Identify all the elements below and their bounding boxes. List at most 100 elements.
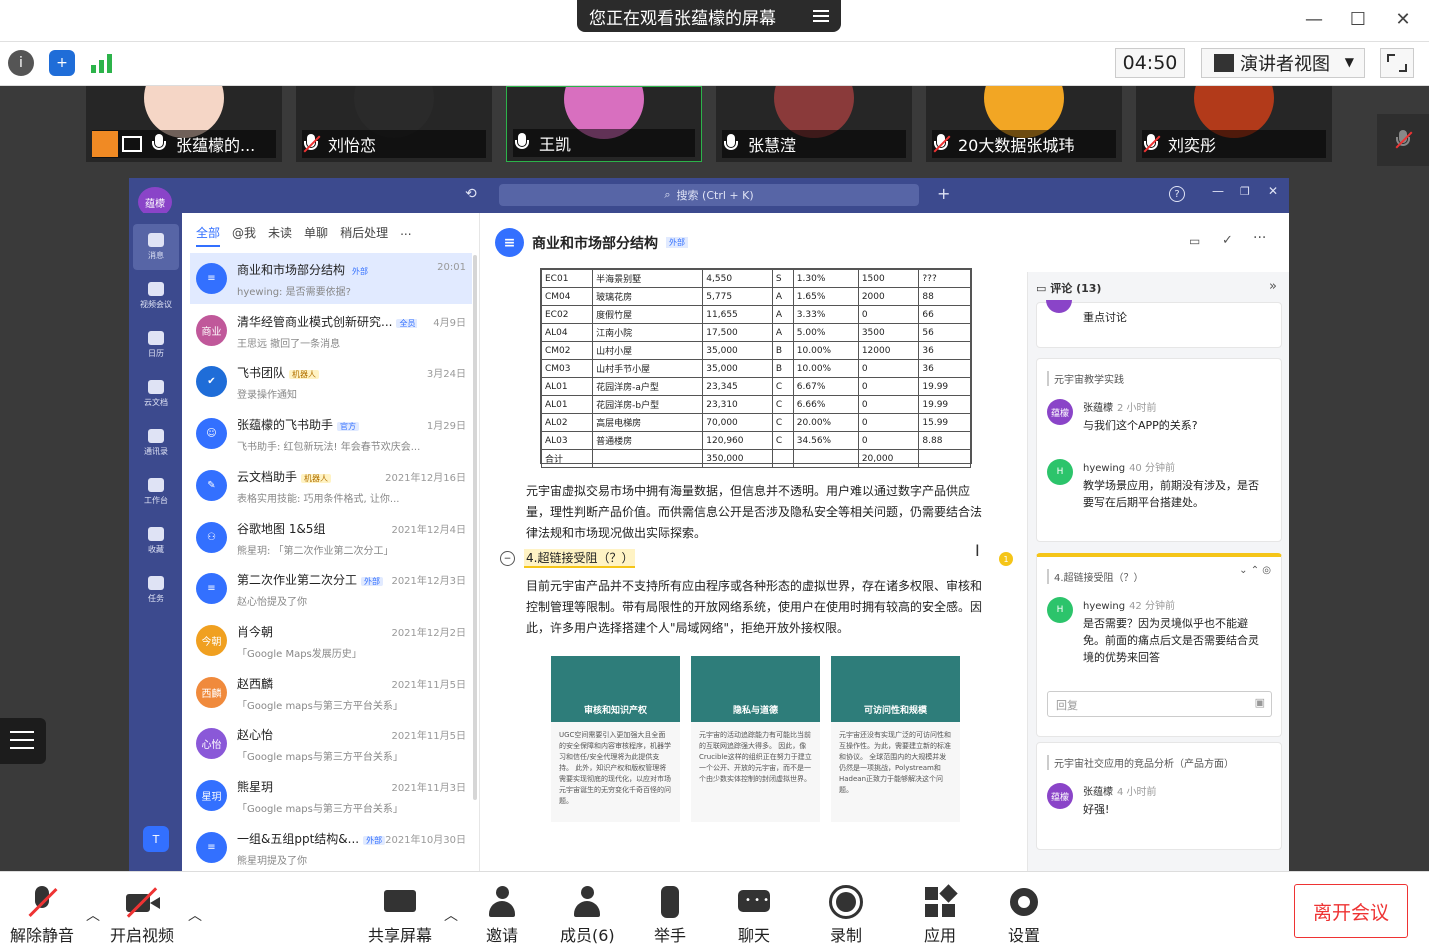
nav-item[interactable]: 工作台 xyxy=(133,469,179,515)
nav-item[interactable]: 云文档 xyxy=(133,371,179,417)
table-cell: 4,550 xyxy=(702,269,773,288)
invite-button[interactable]: 邀请 xyxy=(484,884,520,946)
table-row: CM03 山村手节小屋 35,000 B 10.00% 0 36 xyxy=(540,359,971,378)
comment-card-top[interactable]: 重点讨论 xyxy=(1036,300,1282,348)
fullscreen-button[interactable] xyxy=(1380,48,1414,78)
mic-off-icon xyxy=(302,134,320,154)
chat-item[interactable]: 心怡 赵心怡 「Google maps与第三方平台关系」 2021年11月5日 xyxy=(190,718,472,769)
mic-off-button[interactable]: 解除静音 xyxy=(10,884,74,946)
chat-avatar: ✎ xyxy=(196,469,227,501)
chat-date: 1月29日 xyxy=(426,421,466,433)
notification-app-icon[interactable]: T xyxy=(143,826,169,852)
table-cell: EC01 xyxy=(540,269,594,288)
collapse-icon[interactable]: − xyxy=(500,551,515,566)
chat-preview: 赵心怡提及了你 xyxy=(237,597,307,609)
nav-item[interactable]: 消息 xyxy=(133,224,179,270)
participant-tile[interactable]: 王凯 xyxy=(506,86,702,162)
screen-share-banner[interactable]: 您正在观看张蕴檬的屏幕 xyxy=(577,0,841,32)
nav-item[interactable]: 通讯录 xyxy=(133,420,179,466)
nav-item[interactable]: 视频会议 xyxy=(133,273,179,319)
image-icon[interactable]: ▣ xyxy=(1255,696,1265,709)
nav-icon xyxy=(148,233,164,247)
leave-meeting-button[interactable]: 离开会议 xyxy=(1294,884,1408,938)
app-close-icon[interactable]: ✕ xyxy=(1268,184,1278,198)
participant-tile[interactable]: 张慧滢 xyxy=(716,86,912,162)
chat-item[interactable]: ≡ 一组&五组ppt结构&... 外部 熊星玥提及了你 2021年10月30日 xyxy=(190,822,472,873)
close-icon[interactable]: ✕ xyxy=(1388,6,1418,32)
chat-tag: 官方 xyxy=(337,422,360,432)
record-button[interactable]: 录制 xyxy=(828,884,864,946)
apps-button[interactable]: 应用 xyxy=(922,884,958,946)
members-button[interactable]: 成员(6) xyxy=(560,884,615,946)
video-options-chevron-icon[interactable]: ︿ xyxy=(188,905,202,925)
chat-button[interactable]: • • • 聊天 xyxy=(736,884,772,946)
chat-tab[interactable]: 全部 xyxy=(196,224,221,247)
chat-item[interactable]: 商业 清华经管商业模式创新研究... 全员 王思远 撤回了一条消息 4月9日 xyxy=(190,305,472,356)
chat-item[interactable]: 今朝 肖今朝 「Google Maps发展历史」 2021年12月2日 xyxy=(190,615,472,666)
participant-tile[interactable]: 20大数据张城玮 xyxy=(926,86,1122,162)
banner-menu-icon[interactable] xyxy=(813,7,829,23)
audio-options-chevron-icon[interactable]: ︿ xyxy=(86,905,100,925)
participant-name: 刘怡恋 xyxy=(328,136,377,155)
thread-nav-icons[interactable]: ⌄ ⌃ ◎ xyxy=(1239,565,1271,576)
chat-tab[interactable]: @我 xyxy=(232,224,256,247)
chat-tab[interactable]: 稍后处理 xyxy=(340,224,388,247)
chat-tab[interactable]: 单聊 xyxy=(304,224,328,247)
table-row: EC01 半海景别墅 4,550 S 1.30% 1500??? xyxy=(540,269,971,288)
app-minimize-icon[interactable]: — xyxy=(1212,184,1224,198)
comment-thread[interactable]: 元宇宙教学实践 蕴檬 张蕴檬 2 小时前 与我们这个APP的关系? Hhyewing 40 … xyxy=(1036,358,1282,542)
search-placeholder: 搜索 (Ctrl + K) xyxy=(676,189,754,202)
comment-author: 张蕴檬 2 小时前 xyxy=(1083,403,1157,414)
signal-icon[interactable] xyxy=(91,53,113,73)
search-input[interactable]: ⌕ 搜索 (Ctrl + K) xyxy=(499,184,919,206)
maximize-icon[interactable]: ☐ xyxy=(1343,6,1373,32)
comment-thread[interactable]: 4.超链接受阻（？） Hhyewing 42 分钟前 是否需要？因为灵境似乎也不能避免… xyxy=(1036,553,1282,737)
chat-item[interactable]: ≡ 商业和市场部分结构 外部 hyewing: 是否需要依据? 20:01 xyxy=(190,253,472,304)
nav-item[interactable]: 任务 xyxy=(133,567,179,613)
chat-avatar: ☺ xyxy=(196,418,227,450)
reply-input[interactable]: 回复 ▣ xyxy=(1047,691,1272,717)
floating-menu-button[interactable] xyxy=(0,718,46,764)
table-cell: 6.67% xyxy=(792,377,859,396)
chat-item[interactable]: ☺ 张蕴檬的飞书助手 官方 飞书助手: 红包新玩法! 年会春节欢庆会... 1月29日 xyxy=(190,408,472,459)
table-cell: 1.65% xyxy=(792,287,859,306)
more-icon[interactable]: ··· xyxy=(1253,230,1266,246)
chat-item[interactable]: ≡ 第二次作业第二次分工 外部 赵心怡提及了你 2021年12月3日 xyxy=(190,563,472,614)
shield-icon[interactable]: + xyxy=(49,50,75,76)
participant-tile[interactable]: 刘怡恋 xyxy=(296,86,492,162)
chat-item[interactable]: ✎ 云文档助手 机器人 表格实用技能: 巧用条件格式, 让你... 2021年12月16… xyxy=(190,460,472,511)
app-restore-icon[interactable]: ❐ xyxy=(1240,185,1250,198)
host-icon xyxy=(92,131,118,157)
minimize-icon[interactable]: — xyxy=(1299,6,1329,32)
info-icon[interactable]: i xyxy=(8,50,34,76)
comment-badge[interactable]: 1 xyxy=(999,552,1013,566)
table-cell: 36 xyxy=(918,341,971,360)
strip-mic-off-icon[interactable] xyxy=(1377,114,1429,166)
table-cell: 23,310 xyxy=(702,395,773,414)
chat-tab[interactable]: ... xyxy=(400,224,411,247)
nav-item[interactable]: 日历 xyxy=(133,322,179,368)
window-icon[interactable]: ▭ xyxy=(1189,234,1200,248)
chat-tab[interactable]: 未读 xyxy=(268,224,292,247)
chat-item[interactable]: ✔ 飞书团队 机器人 登录操作通知 3月24日 xyxy=(190,356,472,407)
table-cell: C xyxy=(771,377,794,396)
participant-tile[interactable]: 张蕴檬的... xyxy=(86,86,282,162)
share-options-chevron-icon[interactable]: ︿ xyxy=(444,905,458,925)
participant-tile[interactable]: 刘奕彤 xyxy=(1136,86,1332,162)
comment-thread[interactable]: 元宇宙社交应用的竞品分析（产品方面） 蕴檬 张蕴檬 4 小时前 好强! xyxy=(1036,742,1282,850)
settings-button[interactable]: 设置 xyxy=(1006,884,1042,946)
chat-scrollbar[interactable] xyxy=(473,255,477,800)
share-screen-button[interactable]: 共享屏幕 xyxy=(368,884,432,946)
check-icon[interactable]: ✓ xyxy=(1222,233,1233,248)
nav-item[interactable]: 收藏 xyxy=(133,518,179,564)
help-icon[interactable]: ? xyxy=(1169,186,1185,202)
chat-item[interactable]: ⚇ 谷歌地图 1&5组 熊星玥: 「第二次作业第二次分工」 2021年12月4日 xyxy=(190,512,472,563)
video-off-button[interactable]: 开启视频 xyxy=(110,884,174,946)
chat-item[interactable]: 星玥 熊星玥 「Google maps与第三方平台关系」 2021年11月3日 xyxy=(190,770,472,821)
history-icon[interactable]: ⟲ xyxy=(465,186,477,202)
add-icon[interactable]: + xyxy=(937,184,950,203)
collapse-panel-icon[interactable]: » xyxy=(1269,279,1277,294)
chat-item[interactable]: 西麟 赵西麟 「Google maps与第三方平台关系」 2021年11月5日 xyxy=(190,667,472,718)
raise-hand-button[interactable]: 举手 xyxy=(652,884,688,946)
speaker-view-button[interactable]: 演讲者视图 ▼ xyxy=(1201,48,1365,78)
